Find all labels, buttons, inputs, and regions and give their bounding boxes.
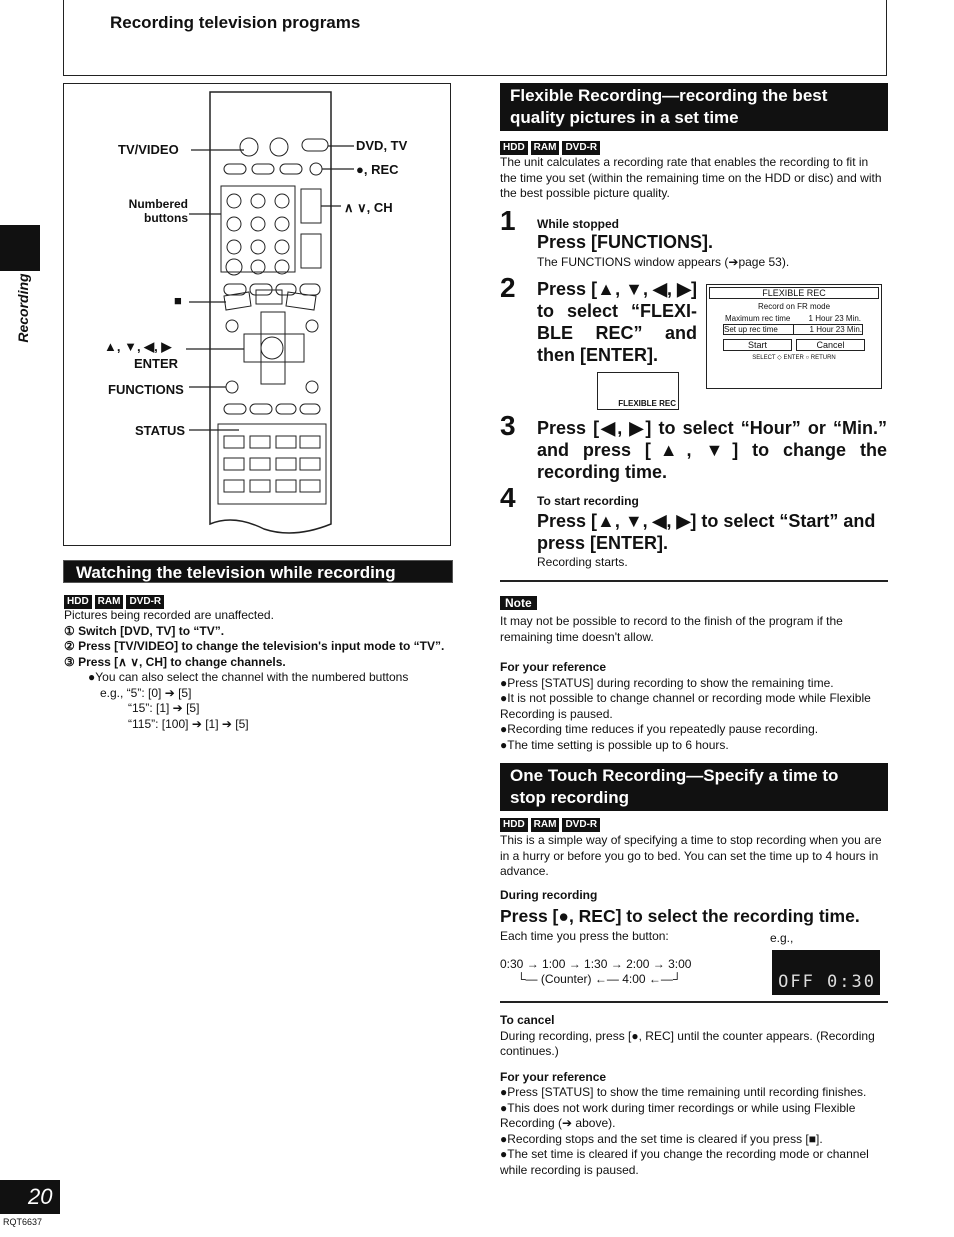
header-frame: [63, 0, 887, 76]
media-badges: HDD RAM DVD-R: [500, 141, 601, 155]
each-press-text: Each time you press the button:: [500, 929, 669, 943]
step-condition: During recording: [500, 888, 598, 902]
badge-ram: RAM: [94, 595, 124, 609]
time-sequence-return: └— (Counter) ←— 4:00 ←—┘: [517, 972, 682, 986]
flexible-intro: The unit calculates a recording rate tha…: [500, 155, 882, 200]
example-label: e.g.,: [770, 931, 794, 945]
counter-display: OFF 0:30: [772, 950, 880, 995]
return-hint: RETURN: [810, 355, 836, 361]
enter-hint: ENTER: [783, 355, 804, 361]
set-rec-time-row[interactable]: Set up rec time 1 Hour 23 Min.: [723, 324, 863, 335]
step-title: Press [●, REC] to select the recording t…: [500, 906, 860, 926]
step-text: ② Press [TV/VIDEO] to change the televis…: [64, 639, 445, 653]
section-tab-label: Recording: [15, 273, 31, 343]
step-number: 2: [500, 272, 516, 303]
step-condition: To start recording: [537, 494, 639, 508]
reference-item: ●Recording stops and the set time is cle…: [500, 1131, 823, 1146]
cancel-text: During recording, press [●, REC] until t…: [500, 1028, 875, 1059]
bullet-text: ●You can also select the channel with th…: [88, 670, 409, 684]
reference-item: ●The time setting is possible up to 6 ho…: [500, 737, 729, 752]
reference-item: ●Press [STATUS] during recording to show…: [500, 675, 834, 690]
reference-item: ●Press [STATUS] to show the time remaini…: [500, 1085, 867, 1099]
max-rec-label: Maximum rec time: [725, 314, 791, 323]
badge-hdd: HDD: [500, 818, 528, 832]
badge-hdd: HDD: [500, 141, 528, 155]
note-body: It may not be possible to record to the …: [500, 614, 888, 753]
flexible-rec-screen: FLEXIBLE REC Record on FR mode Maximum r…: [706, 284, 882, 389]
reference-item: ●The set time is cleared if you change t…: [500, 1147, 869, 1177]
badge-ram: RAM: [530, 141, 560, 155]
badge-dvd-r: DVD-R: [126, 595, 165, 609]
example-text: e.g., “5”: [0] ➔ [5]: [100, 685, 192, 700]
media-badges: HDD RAM DVD-R: [64, 595, 165, 609]
label-rec: ●, REC: [356, 162, 399, 177]
step-title: Press [FUNCTIONS].: [537, 232, 714, 252]
label-stop: ■: [174, 293, 182, 308]
step-title: Press [▲, ▼, ◀, ▶] to select “FLEXI-BLE …: [537, 279, 697, 365]
step-text: ① Switch [DVD, TV] to “TV”.: [64, 623, 225, 638]
screen-title: FLEXIBLE REC: [709, 287, 879, 299]
section-heading-watching: Watching the television while recording: [63, 560, 453, 583]
page-title: Recording television programs: [110, 13, 361, 32]
divider: [500, 1001, 888, 1003]
badge-dvd-r: DVD-R: [562, 818, 601, 832]
reference-title: For your reference: [500, 1069, 607, 1084]
document-code: RQT6637: [3, 1217, 43, 1227]
step-text: ③ Press [∧ ∨, CH] to change channels.: [64, 654, 286, 669]
icon-label: FLEXIBLE REC: [618, 399, 676, 408]
label-ch: ∧ ∨, CH: [344, 200, 393, 215]
section-heading-flexible: Flexible Recording—recording the best qu…: [500, 83, 888, 131]
flexible-rec-icon: FLEXIBLE REC: [597, 372, 679, 410]
note-text: It may not be possible to record to the …: [500, 614, 843, 644]
section-tab-marker: [0, 225, 40, 271]
step-number: 3: [500, 410, 516, 441]
step-number: 1: [500, 205, 516, 236]
reference-item: ●It is not possible to change channel or…: [500, 691, 871, 721]
step-title: Press [▲, ▼, ◀, ▶] to select “Start” and…: [537, 511, 876, 553]
label-tv-video: TV/VIDEO: [118, 142, 179, 157]
step-title: Press [◀, ▶] to select “Hour” or “Min.” …: [537, 418, 887, 482]
start-button[interactable]: Start: [723, 339, 792, 351]
cancel-title: To cancel: [500, 1013, 555, 1027]
example-text: “115”: [100] ➔ [1] ➔ [5]: [128, 716, 249, 731]
divider: [500, 580, 888, 582]
step-number: 4: [500, 482, 516, 513]
example-text: “15”: [1] ➔ [5]: [128, 701, 200, 715]
badge-dvd-r: DVD-R: [562, 141, 601, 155]
set-rec-label: Set up rec time: [724, 325, 794, 334]
badge-hdd: HDD: [64, 595, 92, 609]
reference-item: ●This does not work during timer recordi…: [500, 1100, 856, 1131]
time-sequence: 0:30 → 1:00 → 1:30 → 2:00 → 3:00: [500, 957, 692, 971]
select-hint: SELECT: [752, 355, 776, 361]
step-note: The FUNCTIONS window appears (➔page 53).: [537, 255, 790, 269]
watching-body: Pictures being recorded are unaffected. …: [64, 608, 454, 732]
intro-text: Pictures being recorded are unaffected.: [64, 608, 274, 622]
label-arrows: ▲, ▼, ◀, ▶: [104, 339, 172, 354]
onetouch-intro: This is a simple way of specifying a tim…: [500, 833, 882, 878]
max-rec-value: 1 Hour 23 Min.: [808, 314, 861, 323]
screen-mode: Record on FR mode: [757, 302, 831, 311]
section-heading-onetouch: One Touch Recording—Specify a time to st…: [500, 763, 888, 811]
onetouch-body: To cancel During recording, press [●, RE…: [500, 1013, 888, 1178]
note-label: Note: [500, 596, 537, 610]
media-badges: HDD RAM DVD-R: [500, 818, 601, 832]
label-numbered-buttons: Numbered buttons: [128, 197, 188, 225]
reference-title: For your reference: [500, 660, 607, 674]
badge-ram: RAM: [530, 818, 560, 832]
step-note: Recording starts.: [537, 555, 628, 569]
cancel-button[interactable]: Cancel: [796, 339, 865, 351]
remote-figure: TV/VIDEO DVD, TV ●, REC Numbered buttons…: [63, 83, 451, 546]
label-functions: FUNCTIONS: [108, 382, 184, 397]
reference-item: ●Recording time reduces if you repeatedl…: [500, 722, 819, 736]
label-status: STATUS: [135, 423, 186, 438]
label-dvd-tv: DVD, TV: [356, 138, 408, 153]
set-rec-value: 1 Hour 23 Min.: [809, 325, 862, 334]
page-number: 20: [0, 1180, 60, 1214]
label-enter: ENTER: [134, 356, 179, 371]
